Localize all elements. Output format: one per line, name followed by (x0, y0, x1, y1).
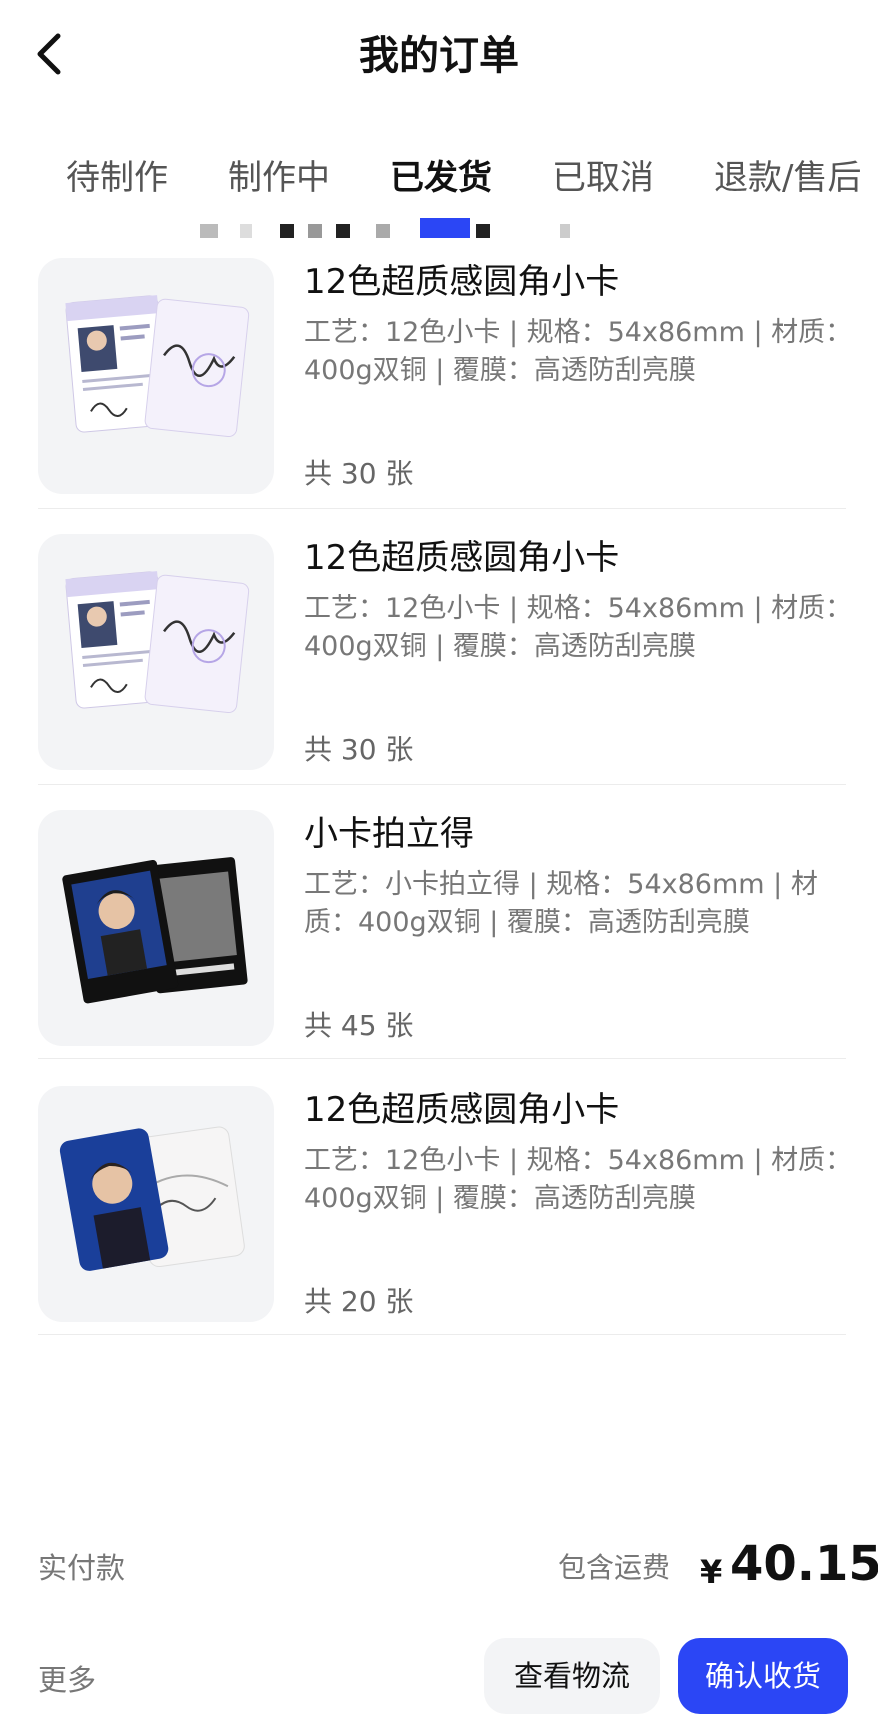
tab-refund-after-sale[interactable]: 退款/售后 (714, 148, 861, 208)
order-item[interactable]: 12色超质感圆角小卡 工艺：12色小卡 | 规格：54x86mm | 材质：40… (38, 1086, 852, 1366)
product-image (38, 810, 274, 1046)
order-status-tabs: 待制作 制作中 已发货 已取消 退款/售后 (0, 148, 878, 208)
product-image (38, 534, 274, 770)
currency-symbol: ¥ (700, 1553, 723, 1591)
product-name: 小卡拍立得 (304, 814, 474, 854)
shipping-included-note: 包含运费 (558, 1551, 671, 1584)
paid-amount-label: 实付款 (38, 1551, 126, 1585)
view-logistics-button[interactable]: 查看物流 (484, 1638, 660, 1714)
product-spec: 工艺：12色小卡 | 规格：54x86mm | 材质：400g双铜 | 覆膜：高… (304, 1145, 853, 1214)
product-quantity: 共 45 张 (304, 1009, 414, 1042)
page-title: 我的订单 (359, 33, 519, 79)
divider (38, 508, 846, 509)
product-name: 12色超质感圆角小卡 (304, 538, 620, 578)
order-item[interactable]: 小卡拍立得 工艺：小卡拍立得 | 规格：54x86mm | 材质：400g双铜 … (38, 810, 846, 1090)
divider (38, 784, 846, 785)
divider (38, 1334, 846, 1335)
tab-in-production[interactable]: 制作中 (228, 148, 330, 208)
order-number-row-obscured (40, 218, 840, 242)
product-image (38, 1086, 274, 1322)
more-link[interactable]: 更多 (38, 1658, 96, 1702)
product-spec: 工艺：小卡拍立得 | 规格：54x86mm | 材质：400g双铜 | 覆膜：高… (304, 869, 818, 938)
product-quantity: 共 30 张 (304, 733, 414, 766)
tab-pending[interactable]: 待制作 (66, 148, 168, 208)
product-name: 12色超质感圆角小卡 (304, 1090, 620, 1130)
product-spec: 工艺：12色小卡 | 规格：54x86mm | 材质：400g双铜 | 覆膜：高… (304, 593, 853, 662)
order-item[interactable]: 12色超质感圆角小卡 工艺：12色小卡 | 规格：54x86mm | 材质：40… (38, 258, 852, 538)
paid-amount: 40.15 (730, 1536, 878, 1592)
tab-cancelled[interactable]: 已取消 (552, 148, 654, 208)
product-name: 12色超质感圆角小卡 (304, 262, 620, 302)
confirm-receipt-button[interactable]: 确认收货 (678, 1638, 848, 1714)
order-item[interactable]: 12色超质感圆角小卡 工艺：12色小卡 | 规格：54x86mm | 材质：40… (38, 534, 852, 814)
product-quantity: 共 20 张 (304, 1285, 414, 1318)
tab-shipped[interactable]: 已发货 (390, 148, 492, 208)
product-image (38, 258, 274, 494)
divider (38, 1058, 846, 1059)
product-spec: 工艺：12色小卡 | 规格：54x86mm | 材质：400g双铜 | 覆膜：高… (304, 317, 853, 386)
product-quantity: 共 30 张 (304, 457, 414, 490)
header-bar: 我的订单 (0, 0, 878, 110)
